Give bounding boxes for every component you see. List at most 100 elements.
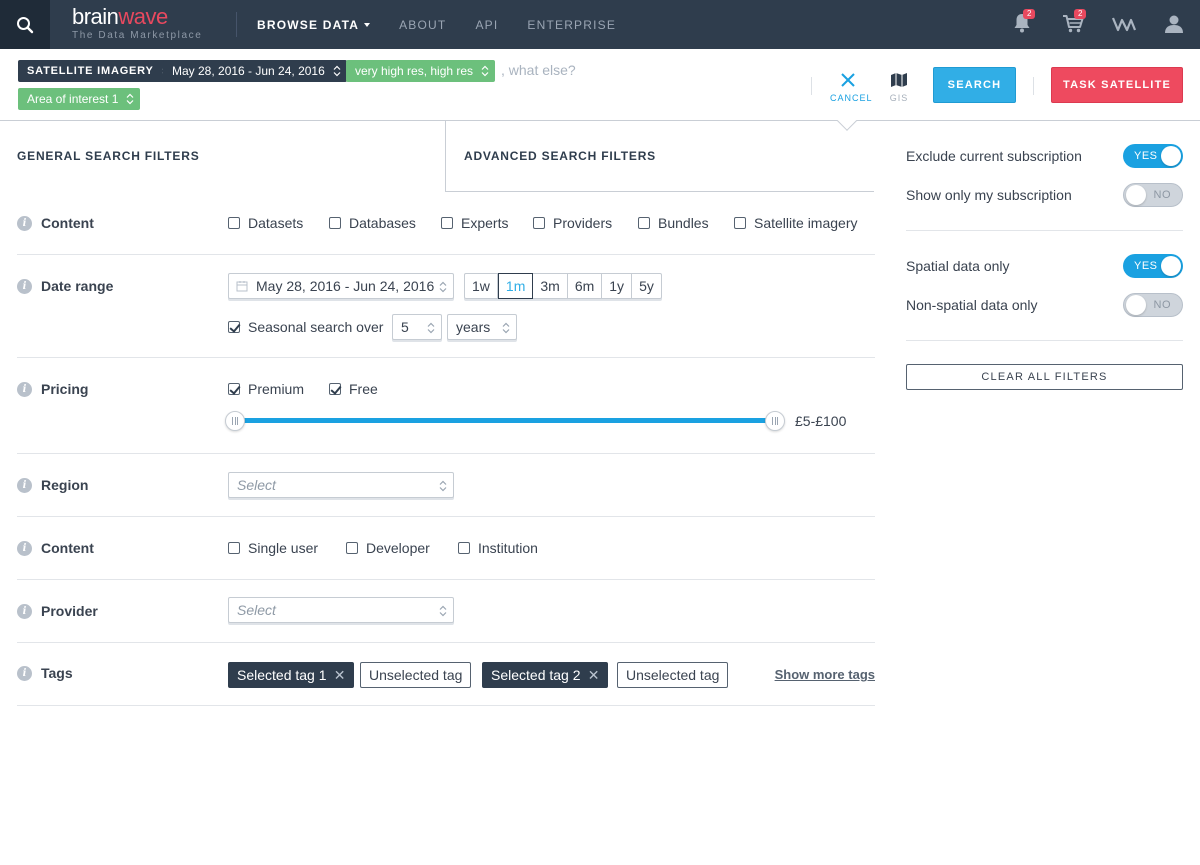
toggle-knob (1161, 256, 1181, 276)
price-slider-track[interactable] (236, 418, 776, 423)
tab-general-filters[interactable]: General search filters (17, 121, 445, 192)
toggle-label: Exclude current subscription (906, 148, 1082, 164)
clear-all-filters-button[interactable]: CLEAR ALL FILTERS (906, 364, 1183, 390)
sort-arrows-icon (333, 65, 341, 77)
toggle-state: NO (1153, 189, 1171, 201)
checkbox-label: Developer (366, 540, 430, 556)
tag-label: Selected tag 1 (237, 667, 327, 683)
checkbox-developer[interactable]: Developer (346, 540, 430, 556)
remove-icon[interactable]: ✕ (588, 663, 600, 687)
checkbox-free[interactable]: Free (329, 381, 378, 397)
checkbox-datasets[interactable]: Datasets (228, 215, 303, 231)
checkbox-single-user[interactable]: Single user (228, 540, 318, 556)
info-icon[interactable]: i (17, 603, 32, 619)
query-pill-area[interactable]: Area of interest 1 (18, 88, 141, 110)
seasonal-count-select[interactable]: 5 (392, 314, 442, 340)
notifications-button[interactable]: 2 (1013, 9, 1036, 37)
date-range-picker[interactable]: May 28, 2016 - Jun 24, 2016 (228, 273, 454, 299)
toggle-state: YES (1134, 260, 1158, 272)
period-1m[interactable]: 1m (497, 273, 534, 299)
checkbox-experts[interactable]: Experts (441, 215, 508, 231)
sort-arrows-icon (502, 322, 510, 334)
query-pill-resolution[interactable]: very high res, high res (346, 60, 496, 82)
tab-advanced-filters[interactable]: Advanced search filters (445, 121, 874, 192)
checkbox-providers[interactable]: Providers (533, 215, 612, 231)
task-satellite-button[interactable]: TASK SATELLITE (1051, 67, 1183, 103)
info-icon[interactable]: i (17, 215, 32, 231)
toggle-state: NO (1153, 299, 1171, 311)
query-pill-label: SATELLITE IMAGERY (27, 65, 154, 77)
query-pill-label: May 28, 2016 - Jun 24, 2016 (172, 64, 325, 78)
sort-arrows-icon (439, 605, 447, 617)
toggle-label: Spatial data only (906, 258, 1010, 274)
toggle-switch[interactable]: NO (1123, 293, 1183, 317)
sort-arrows-icon (481, 65, 489, 77)
checkbox-box (228, 321, 240, 333)
info-icon[interactable]: i (17, 477, 32, 493)
info-icon[interactable]: i (17, 540, 32, 556)
chevron-down-icon (364, 22, 371, 27)
action-divider (1033, 77, 1034, 95)
seasonal-unit-select[interactable]: years (447, 314, 517, 340)
search-toggle-button[interactable] (0, 0, 50, 49)
checkbox-label: Premium (248, 381, 305, 397)
checkbox-premium[interactable]: Premium (228, 381, 304, 397)
info-icon[interactable]: i (17, 278, 32, 294)
period-1y[interactable]: 1y (602, 274, 633, 298)
price-slider-max-handle[interactable] (765, 411, 785, 431)
brand-mark-button[interactable] (1111, 16, 1137, 35)
checkbox-label: Bundles (658, 215, 709, 231)
search-icon (17, 16, 34, 33)
tag-unselected[interactable]: Unselected tag (617, 662, 729, 688)
search-button[interactable]: SEARCH (933, 67, 1016, 103)
query-pill-date[interactable]: May 28, 2016 - Jun 24, 2016 (163, 60, 347, 82)
show-more-tags-link[interactable]: Show more tags (775, 667, 875, 682)
nav-enterprise[interactable]: Enterprise (527, 18, 616, 32)
period-5y[interactable]: 5y (632, 274, 661, 298)
brand-logo[interactable]: brainwave The Data Marketplace (72, 4, 202, 42)
filter-label: i Date range (17, 278, 113, 294)
filter-label-text: Tags (41, 665, 73, 681)
provider-select[interactable]: Select (228, 597, 454, 623)
cart-button[interactable]: 2 (1062, 9, 1087, 37)
query-pill-category[interactable]: SATELLITE IMAGERY (18, 60, 176, 82)
nav-browse-data[interactable]: Browse Data (257, 18, 371, 32)
period-3m[interactable]: 3m (533, 274, 568, 298)
sort-arrows-icon (427, 322, 435, 334)
info-icon[interactable]: i (17, 381, 32, 397)
toggle-switch[interactable]: YES (1123, 144, 1183, 168)
checkbox-databases[interactable]: Databases (329, 215, 416, 231)
toggle-switch[interactable]: NO (1123, 183, 1183, 207)
logo-wordmark: brainwave (72, 4, 168, 29)
checkbox-box (228, 217, 240, 229)
info-icon[interactable]: i (17, 665, 32, 681)
cancel-button[interactable]: CANCEL (830, 72, 872, 103)
query-input-placeholder[interactable]: , what else? (501, 62, 576, 78)
remove-icon[interactable]: ✕ (334, 663, 346, 687)
toggle-label: Non-spatial data only (906, 297, 1038, 313)
nav-about[interactable]: About (399, 18, 446, 32)
tag-unselected[interactable]: Unselected tag (360, 662, 472, 688)
checkbox-institution[interactable]: Institution (458, 540, 538, 556)
gis-button[interactable]: GIS (885, 72, 913, 103)
price-slider-min-handle[interactable] (225, 411, 245, 431)
toggle-row-only-my-subscription: Show only my subscription NO (906, 182, 1183, 208)
checkbox-seasonal-search[interactable]: Seasonal search over (228, 319, 383, 335)
checkbox-box (458, 542, 470, 554)
period-1w[interactable]: 1w (465, 274, 498, 298)
region-select[interactable]: Select (228, 472, 454, 498)
filter-row-date-range: i Date range May 28, 2016 - Jun 24, 2016… (17, 255, 875, 358)
filter-label-text: Content (41, 540, 94, 556)
top-navigation: brainwave The Data Marketplace Browse Da… (0, 0, 1200, 49)
checkbox-satellite-imagery[interactable]: Satellite imagery (734, 215, 858, 231)
filter-label: i Tags (17, 665, 73, 681)
nav-divider (236, 12, 237, 37)
account-button[interactable] (1164, 14, 1184, 37)
tag-selected[interactable]: Selected tag 1 ✕ (228, 662, 354, 688)
nav-api[interactable]: API (475, 18, 498, 32)
period-6m[interactable]: 6m (568, 274, 603, 298)
tag-selected[interactable]: Selected tag 2 ✕ (482, 662, 608, 688)
toggle-switch[interactable]: YES (1123, 254, 1183, 278)
checkbox-bundles[interactable]: Bundles (638, 215, 709, 231)
checkbox-label: Satellite imagery (754, 215, 858, 231)
